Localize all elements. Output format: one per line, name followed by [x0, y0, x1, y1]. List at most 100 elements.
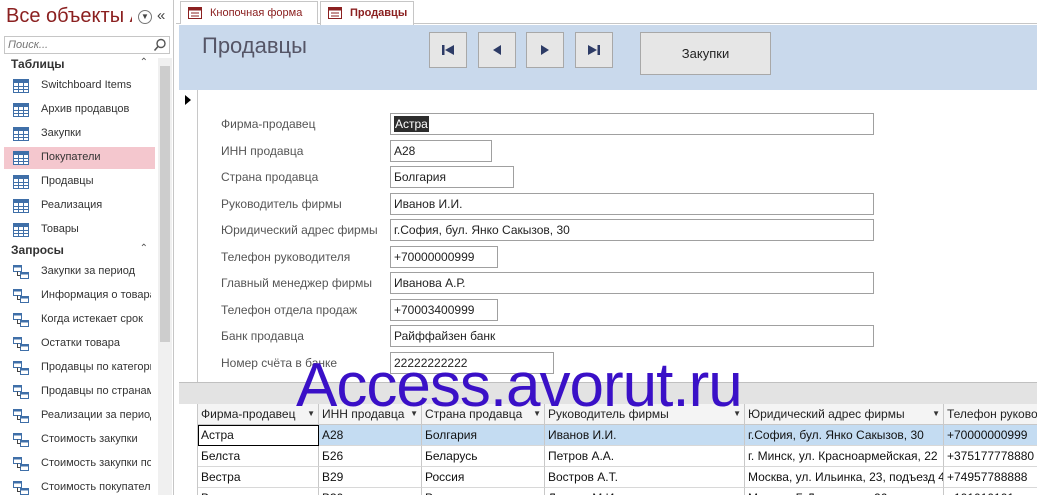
nav-search: [4, 36, 170, 54]
page-title: Продавцы: [202, 33, 307, 58]
column-header[interactable]: Юридический адрес фирмы ▼: [745, 404, 944, 425]
table-cell[interactable]: +375177778880: [944, 446, 1037, 467]
nav-item[interactable]: Стоимость закупки: [4, 429, 155, 451]
table-cell[interactable]: Вестра: [198, 467, 319, 488]
nav-item[interactable]: Архив продавцов: [4, 99, 155, 121]
nav-item-label: Товары: [41, 223, 79, 235]
table-cell[interactable]: Россия: [422, 488, 545, 495]
nav-item-label: Продавцы по категориям: [41, 361, 151, 373]
next-record-button[interactable]: [526, 32, 564, 68]
field-label: ИНН продавца: [221, 144, 304, 158]
nav-scroll-thumb[interactable]: [160, 66, 170, 342]
field-input[interactable]: Райффайзен банк: [390, 325, 874, 347]
table-cell[interactable]: Беларусь: [422, 446, 545, 467]
table-cell[interactable]: Москва, ул. Ильинка, 23, подъезд 4: [745, 467, 944, 488]
column-header[interactable]: Телефон руководителя: [944, 404, 1037, 425]
last-record-button[interactable]: [575, 32, 613, 68]
nav-item[interactable]: Продавцы: [4, 171, 155, 193]
field-input[interactable]: Иванова А.Р.: [390, 272, 874, 294]
collapse-pane-icon[interactable]: «: [157, 7, 165, 24]
query-icon: [13, 457, 29, 471]
table-cell[interactable]: Б26: [319, 446, 422, 467]
nav-item[interactable]: Закупки за период: [4, 261, 155, 283]
query-icon: [13, 337, 29, 351]
table-cell[interactable]: +74957788888: [944, 467, 1037, 488]
table-cell[interactable]: Леонов М.И.: [545, 488, 745, 495]
nav-group-header[interactable]: Запросы ⌃: [4, 242, 154, 260]
field-input[interactable]: Иванов И.И.: [390, 193, 874, 215]
table-cell[interactable]: Россия: [422, 467, 545, 488]
nav-item[interactable]: Стоимость закупки по: [4, 453, 155, 475]
table-cell[interactable]: Белста: [198, 446, 319, 467]
nav-search-input[interactable]: [5, 37, 151, 53]
collapse-group-icon[interactable]: ⌃: [140, 57, 148, 68]
nav-group-label: Таблицы: [11, 57, 65, 71]
field-label: Страна продавца: [221, 170, 319, 184]
field-label: Главный менеджер фирмы: [221, 276, 372, 290]
previous-record-button[interactable]: [478, 32, 516, 68]
query-icon: [13, 481, 29, 495]
table-cell[interactable]: +101010101: [944, 488, 1037, 495]
field-input[interactable]: Болгария: [390, 166, 514, 188]
field-input[interactable]: г.София, бул. Янко Сакызов, 30: [390, 219, 874, 241]
column-header-label: Телефон руководителя: [947, 407, 1037, 421]
tab-switchboard-form[interactable]: Кнопочная форма: [180, 1, 318, 24]
table-cell[interactable]: г. Минск, ул. Красноармейская, 22: [745, 446, 944, 467]
table-cell[interactable]: г.София, бул. Янко Сакызов, 30: [745, 425, 944, 446]
active-cell-outline: [198, 425, 319, 446]
nav-item[interactable]: Реализация: [4, 195, 155, 217]
search-icon[interactable]: [153, 38, 167, 52]
field-input[interactable]: +70000000999: [390, 246, 498, 268]
nav-item-label: Стоимость покупателей: [41, 481, 151, 493]
first-record-button[interactable]: [429, 32, 467, 68]
nav-group-header[interactable]: Таблицы ⌃: [4, 56, 154, 74]
nav-item[interactable]: Продавцы по категориям: [4, 357, 155, 379]
table-cell[interactable]: А28: [319, 425, 422, 446]
previous-record-icon: [493, 45, 501, 55]
nav-item[interactable]: Продавцы по странам: [4, 381, 155, 403]
nav-group-label: Запросы: [11, 243, 64, 257]
purchases-button[interactable]: Закупки: [640, 32, 771, 75]
tab-label: Продавцы: [350, 7, 408, 19]
table-cell[interactable]: Восход: [198, 488, 319, 495]
nav-item[interactable]: Реализации за период: [4, 405, 155, 427]
collapse-group-icon[interactable]: ⌃: [140, 243, 148, 254]
nav-item-label: Закупки за период: [41, 265, 136, 277]
field-value: Астра: [394, 116, 429, 132]
nav-item[interactable]: Информация о товарах: [4, 285, 155, 307]
nav-title[interactable]: Все объекты Access: [6, 5, 132, 28]
field-label: Юридический адрес фирмы: [221, 223, 378, 237]
table-cell[interactable]: Москва, Б.Дмитровка, 26: [745, 488, 944, 495]
tab-sellers[interactable]: Продавцы: [320, 1, 414, 25]
nav-item[interactable]: Когда истекает срок: [4, 309, 155, 331]
query-icon: [13, 433, 29, 447]
nav-item[interactable]: Switchboard Items: [4, 75, 155, 97]
nav-menu-dropdown-icon[interactable]: ▼: [138, 10, 152, 24]
nav-item[interactable]: Стоимость покупателей: [4, 477, 155, 495]
nav-item[interactable]: Товары: [4, 219, 155, 241]
field-input[interactable]: +70003400999: [390, 299, 498, 321]
table-cell[interactable]: Иванов И.И.: [545, 425, 745, 446]
nav-item[interactable]: Закупки: [4, 123, 155, 145]
nav-item-label: Switchboard Items: [41, 79, 132, 91]
field-input[interactable]: А28: [390, 140, 492, 162]
field-input[interactable]: Астра: [390, 113, 874, 135]
nav-scrollbar[interactable]: [158, 58, 172, 495]
row-selector-column[interactable]: [179, 404, 198, 495]
nav-item-label: Когда истекает срок: [41, 313, 143, 325]
table-cell[interactable]: Болгария: [422, 425, 545, 446]
table-cell[interactable]: В30: [319, 488, 422, 495]
table-icon: [13, 79, 29, 93]
table-cell[interactable]: +70000000999: [944, 425, 1037, 446]
column-filter-arrow-icon[interactable]: ▼: [932, 404, 940, 424]
nav-item-label: Реализация: [41, 199, 103, 211]
nav-item-label: Продавцы по странам: [41, 385, 151, 397]
nav-item[interactable]: Остатки товара: [4, 333, 155, 355]
table-cell[interactable]: Востров А.Т.: [545, 467, 745, 488]
table-cell[interactable]: В29: [319, 467, 422, 488]
table-cell[interactable]: Петров А.А.: [545, 446, 745, 467]
table-icon: [13, 175, 29, 189]
record-selector[interactable]: [179, 90, 198, 382]
field-label: Телефон отдела продаж: [221, 303, 358, 317]
nav-item[interactable]: Покупатели: [4, 147, 155, 169]
